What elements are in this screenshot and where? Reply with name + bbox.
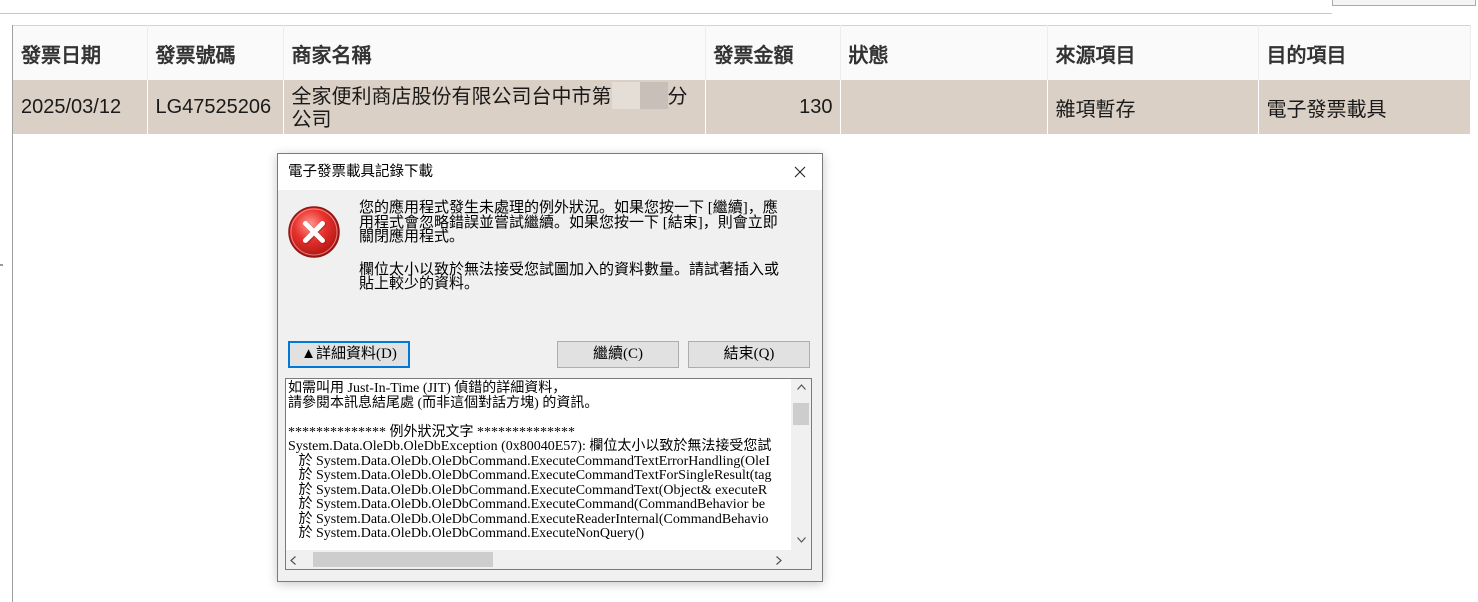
redacted-block (611, 82, 668, 109)
horizontal-scroll-thumb[interactable] (313, 552, 493, 567)
details-line: 於 System.Data.OleDb.OleDbCommand.Execute… (288, 511, 769, 527)
quit-button[interactable]: 結束(Q) (688, 341, 810, 368)
column-header-status[interactable]: 狀態 (840, 25, 1048, 80)
cell-merchant-name[interactable]: 全家便利商店股份有限公司台中市第 分 公司 (283, 80, 706, 134)
chevron-up-icon (797, 384, 806, 390)
column-header-invoice-number[interactable]: 發票號碼 (147, 25, 284, 80)
scroll-up-button[interactable] (793, 379, 810, 396)
grid-header-row: 發票日期 發票號碼 商家名稱 發票金額 狀態 來源項目 目的項目 (13, 25, 1471, 80)
cell-invoice-number[interactable]: LG47525206 (147, 80, 284, 134)
merchant-name-line2: 公司 (291, 109, 332, 131)
close-icon (794, 166, 806, 178)
vertical-scroll-thumb[interactable] (793, 403, 809, 425)
details-line (288, 411, 791, 426)
details-line: 於 System.Data.OleDb.OleDbCommand.Execute… (288, 526, 645, 541)
dialog-title: 電子發票載具記錄下載 (288, 164, 433, 180)
scroll-down-button[interactable] (793, 532, 810, 549)
scroll-left-button[interactable] (286, 551, 303, 568)
merchant-name-part2: 分 (667, 86, 688, 108)
error-icon (287, 205, 341, 259)
column-header-amount[interactable]: 發票金額 (705, 25, 841, 80)
horizontal-scrollbar[interactable] (286, 550, 791, 569)
details-line: 請參閱本訊息結尾處 (而非這個對話方塊) 的資訊。 (288, 395, 599, 411)
cell-target-item[interactable]: 電子發票載具 (1258, 80, 1471, 134)
vertical-scrollbar[interactable] (791, 379, 811, 550)
details-text[interactable]: 如需叫用 Just-In-Time (JIT) 偵錯的詳細資料， 請參閱本訊息結… (286, 379, 791, 550)
close-button[interactable] (786, 160, 814, 184)
cell-invoice-date[interactable]: 2025/03/12 (13, 80, 148, 134)
dialog-message: 您的應用程式發生未處理的例外狀況。如果您按一下 [繼續]，應用程式會忽略錯誤並嘗… (359, 201, 788, 292)
details-line: 如需叫用 Just-In-Time (JIT) 偵錯的詳細資料， (288, 381, 567, 396)
details-textbox[interactable]: 如需叫用 Just-In-Time (JIT) 偵錯的詳細資料， 請參閱本訊息結… (285, 378, 812, 570)
column-header-merchant-name[interactable]: 商家名稱 (283, 25, 706, 80)
details-line: 於 System.Data.OleDb.OleDbCommand.Execute… (288, 482, 768, 498)
merchant-name-part1: 全家便利商店股份有限公司台中市第 (291, 86, 612, 108)
details-line: System.Data.OleDb.OleDbException (0x8004… (288, 439, 772, 454)
details-line: 於 System.Data.OleDb.OleDbCommand.Execute… (288, 468, 772, 483)
top-divider (0, 13, 1332, 14)
details-line: 於 System.Data.OleDb.OleDbCommand.Execute… (288, 497, 766, 512)
details-line: ************** 例外狀況文字 ************** (288, 424, 575, 440)
merchant-name-line1: 全家便利商店股份有限公司台中市第 分 (292, 82, 697, 109)
column-header-source-item[interactable]: 來源項目 (1047, 25, 1259, 80)
cell-status[interactable] (840, 80, 1048, 134)
cell-source-item[interactable]: 雜項暫存 (1047, 80, 1259, 134)
details-button[interactable]: ▲詳細資料(D) (288, 341, 410, 368)
exception-explanation: 您的應用程式發生未處理的例外狀況。如果您按一下 [繼續]，應用程式會忽略錯誤並嘗… (359, 200, 778, 245)
chevron-down-icon (797, 537, 806, 543)
dialog-titlebar[interactable]: 電子發票載具記錄下載 (278, 154, 822, 190)
continue-button[interactable]: 繼續(C) (557, 341, 679, 368)
scrollbar-corner (791, 550, 811, 569)
column-header-invoice-date[interactable]: 發票日期 (13, 25, 148, 80)
left-edge-mark (0, 264, 3, 266)
top-right-control[interactable] (1332, 0, 1476, 6)
details-line: 於 System.Data.OleDb.OleDbCommand.Execute… (288, 453, 770, 469)
scroll-right-button[interactable] (772, 551, 789, 568)
exception-message: 欄位太小以致於無法接受您試圖加入的資料數量。請試著插入或貼上較少的資料。 (359, 261, 780, 292)
chevron-left-icon (290, 556, 296, 565)
column-header-target-item[interactable]: 目的項目 (1258, 25, 1471, 80)
cell-amount[interactable]: 130 (705, 80, 841, 134)
invoice-grid[interactable]: 發票日期 發票號碼 商家名稱 發票金額 狀態 來源項目 目的項目 2025/03… (13, 25, 1471, 134)
table-row[interactable]: 2025/03/12 LG47525206 全家便利商店股份有限公司台中市第 分 … (13, 80, 1471, 134)
chevron-right-icon (776, 556, 782, 565)
exception-dialog: 電子發票載具記錄下載 您的應用程式發生未處理的例外狀況。如果您按一下 [繼續]，… (277, 153, 823, 582)
